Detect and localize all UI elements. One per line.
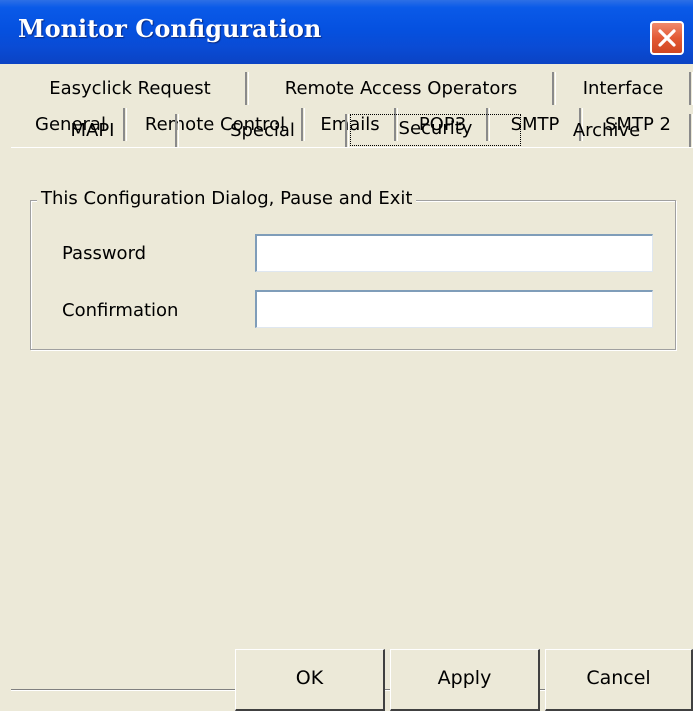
tab-label: MAPI bbox=[70, 120, 115, 141]
close-button[interactable] bbox=[650, 21, 684, 55]
monitor-configuration-dialog: Monitor Configuration Easyclick Request … bbox=[0, 0, 693, 711]
password-field[interactable] bbox=[255, 234, 653, 272]
tab-easyclick-request[interactable]: Easyclick Request bbox=[15, 72, 249, 105]
confirmation-field[interactable] bbox=[255, 290, 653, 328]
apply-button-label: Apply bbox=[437, 667, 492, 689]
tab-label: Special bbox=[230, 120, 295, 141]
security-group-title: This Configuration Dialog, Pause and Exi… bbox=[37, 188, 417, 209]
tab-mapi[interactable]: MAPI bbox=[10, 114, 179, 147]
confirmation-label: Confirmation bbox=[62, 300, 179, 321]
cancel-button[interactable]: Cancel bbox=[545, 649, 693, 711]
ok-button-label: OK bbox=[295, 667, 324, 689]
window-title: Monitor Configuration bbox=[18, 14, 322, 43]
tab-label: Remote Access Operators bbox=[284, 78, 518, 99]
tab-label: Interface bbox=[582, 78, 664, 99]
tab-special[interactable]: Special bbox=[180, 114, 349, 147]
tab-remote-access-operators[interactable]: Remote Access Operators bbox=[250, 72, 556, 105]
tab-security-focus-rectangle bbox=[350, 114, 521, 146]
tab-panel-top-edge bbox=[11, 147, 693, 148]
tab-archive[interactable]: Archive bbox=[524, 114, 693, 147]
close-icon bbox=[658, 29, 676, 47]
tab-label: Archive bbox=[572, 120, 641, 141]
password-label: Password bbox=[62, 243, 147, 264]
cancel-button-label: Cancel bbox=[586, 667, 651, 689]
tab-label: Easyclick Request bbox=[49, 78, 211, 99]
title-bar[interactable]: Monitor Configuration bbox=[0, 0, 693, 64]
apply-button[interactable]: Apply bbox=[390, 649, 540, 711]
tab-interface[interactable]: Interface bbox=[557, 72, 693, 105]
ok-button[interactable]: OK bbox=[235, 649, 385, 711]
